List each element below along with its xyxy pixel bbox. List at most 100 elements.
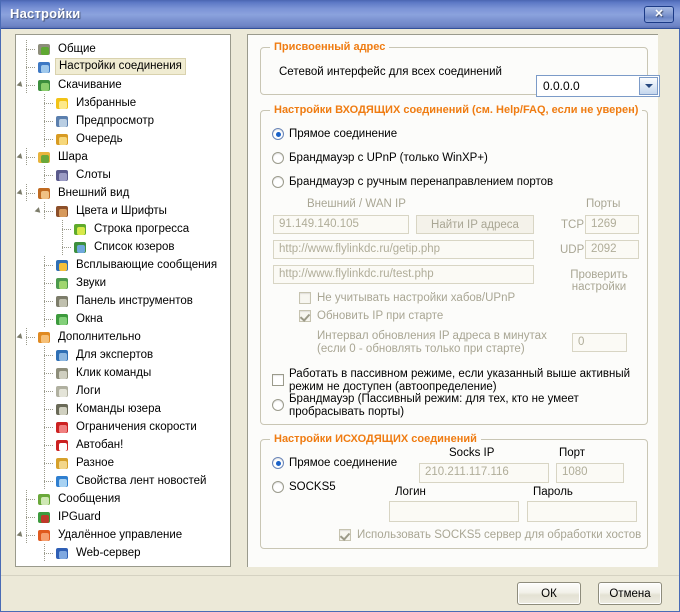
tree-connector bbox=[44, 202, 45, 220]
update-ip-on-start-checkbox[interactable] bbox=[299, 310, 311, 322]
incoming-radio-upnp[interactable] bbox=[272, 152, 284, 164]
tree-connector bbox=[26, 535, 35, 536]
tree-item-label: Удалённое управление bbox=[58, 529, 183, 541]
tree-item[interactable]: Удалённое управление bbox=[16, 526, 230, 544]
close-button[interactable]: ✕ bbox=[644, 6, 674, 23]
tree-item[interactable]: Автобан! bbox=[16, 436, 230, 454]
tree-item[interactable]: Логи bbox=[16, 382, 230, 400]
tree-item[interactable]: Дополнительно bbox=[16, 328, 230, 346]
incoming-radio-manual-forward[interactable] bbox=[272, 176, 284, 188]
tree-connector bbox=[44, 481, 53, 482]
socks-login-input[interactable] bbox=[389, 501, 519, 522]
tree-connector bbox=[62, 220, 63, 238]
cancel-button[interactable]: Отмена bbox=[598, 582, 662, 605]
network-interface-value: 0.0.0.0 bbox=[543, 79, 580, 93]
tree-item[interactable]: Настройки соединения bbox=[16, 58, 230, 76]
tree-item[interactable]: Слоты bbox=[16, 166, 230, 184]
socks-ip-input[interactable]: 210.211.117.116 bbox=[419, 463, 549, 483]
tree-item[interactable]: Клик команды bbox=[16, 364, 230, 382]
tree-item[interactable]: Шара bbox=[16, 148, 230, 166]
ok-button[interactable]: ОК bbox=[517, 582, 581, 605]
tree-item[interactable]: Команды юзера bbox=[16, 400, 230, 418]
tree-item-label: Общие bbox=[58, 43, 96, 55]
test-url-input[interactable]: http://www.flylinkdc.ru/test.php bbox=[273, 265, 534, 284]
window-title: Настройки bbox=[10, 6, 81, 21]
outgoing-radio-socks5-label: SOCKS5 bbox=[289, 481, 336, 493]
tree-connector bbox=[26, 58, 27, 76]
outgoing-radio-direct[interactable] bbox=[272, 457, 284, 469]
tree-expander-icon[interactable] bbox=[34, 207, 43, 215]
sound-icon bbox=[55, 276, 70, 291]
ignore-hub-settings-checkbox[interactable] bbox=[299, 292, 311, 304]
tree-item[interactable]: Панель инструментов bbox=[16, 292, 230, 310]
tree-item-label: Команды юзера bbox=[76, 403, 161, 415]
tree-item[interactable]: Предпросмотр bbox=[16, 112, 230, 130]
tree-item[interactable]: Всплывающие сообщения bbox=[16, 256, 230, 274]
tree-item-label: Автобан! bbox=[76, 439, 124, 451]
tree-item[interactable]: Разное bbox=[16, 454, 230, 472]
socks-port-input[interactable]: 1080 bbox=[556, 463, 624, 483]
find-ip-button[interactable]: Найти IP адреса bbox=[416, 215, 534, 234]
tree-item[interactable]: Строка прогресса bbox=[16, 220, 230, 238]
tree-item[interactable]: Скачивание bbox=[16, 76, 230, 94]
ip-update-interval-input[interactable]: 0 bbox=[572, 333, 627, 352]
getip-url-input[interactable]: http://www.flylinkdc.ru/getip.php bbox=[273, 240, 534, 259]
tree-connector bbox=[44, 553, 53, 554]
check-settings-button[interactable]: Проверить настройки bbox=[553, 266, 645, 296]
tree-connector bbox=[44, 445, 53, 446]
tree-item[interactable]: Общие bbox=[16, 40, 230, 58]
speedlimit-icon bbox=[55, 420, 70, 435]
tree-item-label: Клик команды bbox=[76, 367, 152, 379]
tree-item[interactable]: Очередь bbox=[16, 130, 230, 148]
ip-update-interval-label: Интервал обновления IP адреса в минутах … bbox=[317, 330, 547, 355]
tree-item[interactable]: Внешний вид bbox=[16, 184, 230, 202]
tree-item[interactable]: Цвета и Шрифты bbox=[16, 202, 230, 220]
tree-expander-icon[interactable] bbox=[16, 81, 25, 89]
tree-item[interactable]: Избранные bbox=[16, 94, 230, 112]
tree-item[interactable]: Сообщения bbox=[16, 490, 230, 508]
tree-connector bbox=[44, 274, 45, 292]
settings-tree[interactable]: Общие Настройки соединения Скачивание Избра… bbox=[15, 34, 231, 567]
palette-icon bbox=[55, 204, 70, 219]
tree-connector bbox=[44, 265, 53, 266]
use-socks-for-hosts-checkbox[interactable] bbox=[339, 529, 351, 541]
webserver-icon bbox=[55, 546, 70, 561]
tree-connector bbox=[44, 175, 53, 176]
tree-expander-icon[interactable] bbox=[16, 189, 25, 197]
tree-expander-icon[interactable] bbox=[16, 531, 25, 539]
socks-password-input[interactable] bbox=[527, 501, 637, 522]
ignore-hub-settings-label: Не учитывать настройки хабов/UPnP bbox=[317, 292, 516, 304]
people-plus-icon bbox=[37, 42, 52, 57]
tree-item-label: Панель инструментов bbox=[76, 295, 193, 307]
chevron-down-icon[interactable] bbox=[639, 77, 658, 95]
tree-item[interactable]: Свойства лент новостей bbox=[16, 472, 230, 490]
tree-item-label: Разное bbox=[76, 457, 114, 469]
settings-dialog: Настройки ✕ Общие Настройки соединения Ска… bbox=[0, 0, 680, 612]
tree-item[interactable]: Web-сервер bbox=[16, 544, 230, 562]
tree-item[interactable]: Звуки bbox=[16, 274, 230, 292]
tree-item[interactable]: Список юзеров bbox=[16, 238, 230, 256]
tcp-label: TCP bbox=[561, 219, 584, 231]
outgoing-radio-socks5[interactable] bbox=[272, 481, 284, 493]
tree-item[interactable]: Для экспертов bbox=[16, 346, 230, 364]
tree-expander-icon[interactable] bbox=[16, 333, 25, 341]
incoming-radio-manual-forward-label: Брандмауэр с ручным перенаправлением пор… bbox=[289, 176, 554, 188]
udp-port-input[interactable]: 2092 bbox=[585, 240, 639, 259]
tree-item-label: Дополнительно bbox=[58, 331, 141, 343]
socks-port-label: Порт bbox=[559, 447, 586, 459]
wan-ip-input[interactable]: 91.149.140.105 bbox=[273, 215, 409, 234]
tree-connector bbox=[44, 418, 45, 436]
network-interface-dropdown[interactable]: 0.0.0.0 bbox=[536, 75, 660, 97]
tree-item[interactable]: Ограничения скорости bbox=[16, 418, 230, 436]
passive-firewall-radio[interactable] bbox=[272, 399, 284, 411]
incoming-radio-direct[interactable] bbox=[272, 128, 284, 140]
tree-expander-icon[interactable] bbox=[16, 153, 25, 161]
tree-connector bbox=[44, 319, 53, 320]
tree-item-label: Звуки bbox=[76, 277, 107, 289]
tree-item-label: Сообщения bbox=[58, 493, 121, 505]
tree-item[interactable]: IPGuard bbox=[16, 508, 230, 526]
tree-item[interactable]: Окна bbox=[16, 310, 230, 328]
tcp-port-input[interactable]: 1269 bbox=[585, 215, 639, 234]
tree-connector bbox=[44, 454, 45, 472]
passive-auto-checkbox[interactable] bbox=[272, 374, 284, 386]
